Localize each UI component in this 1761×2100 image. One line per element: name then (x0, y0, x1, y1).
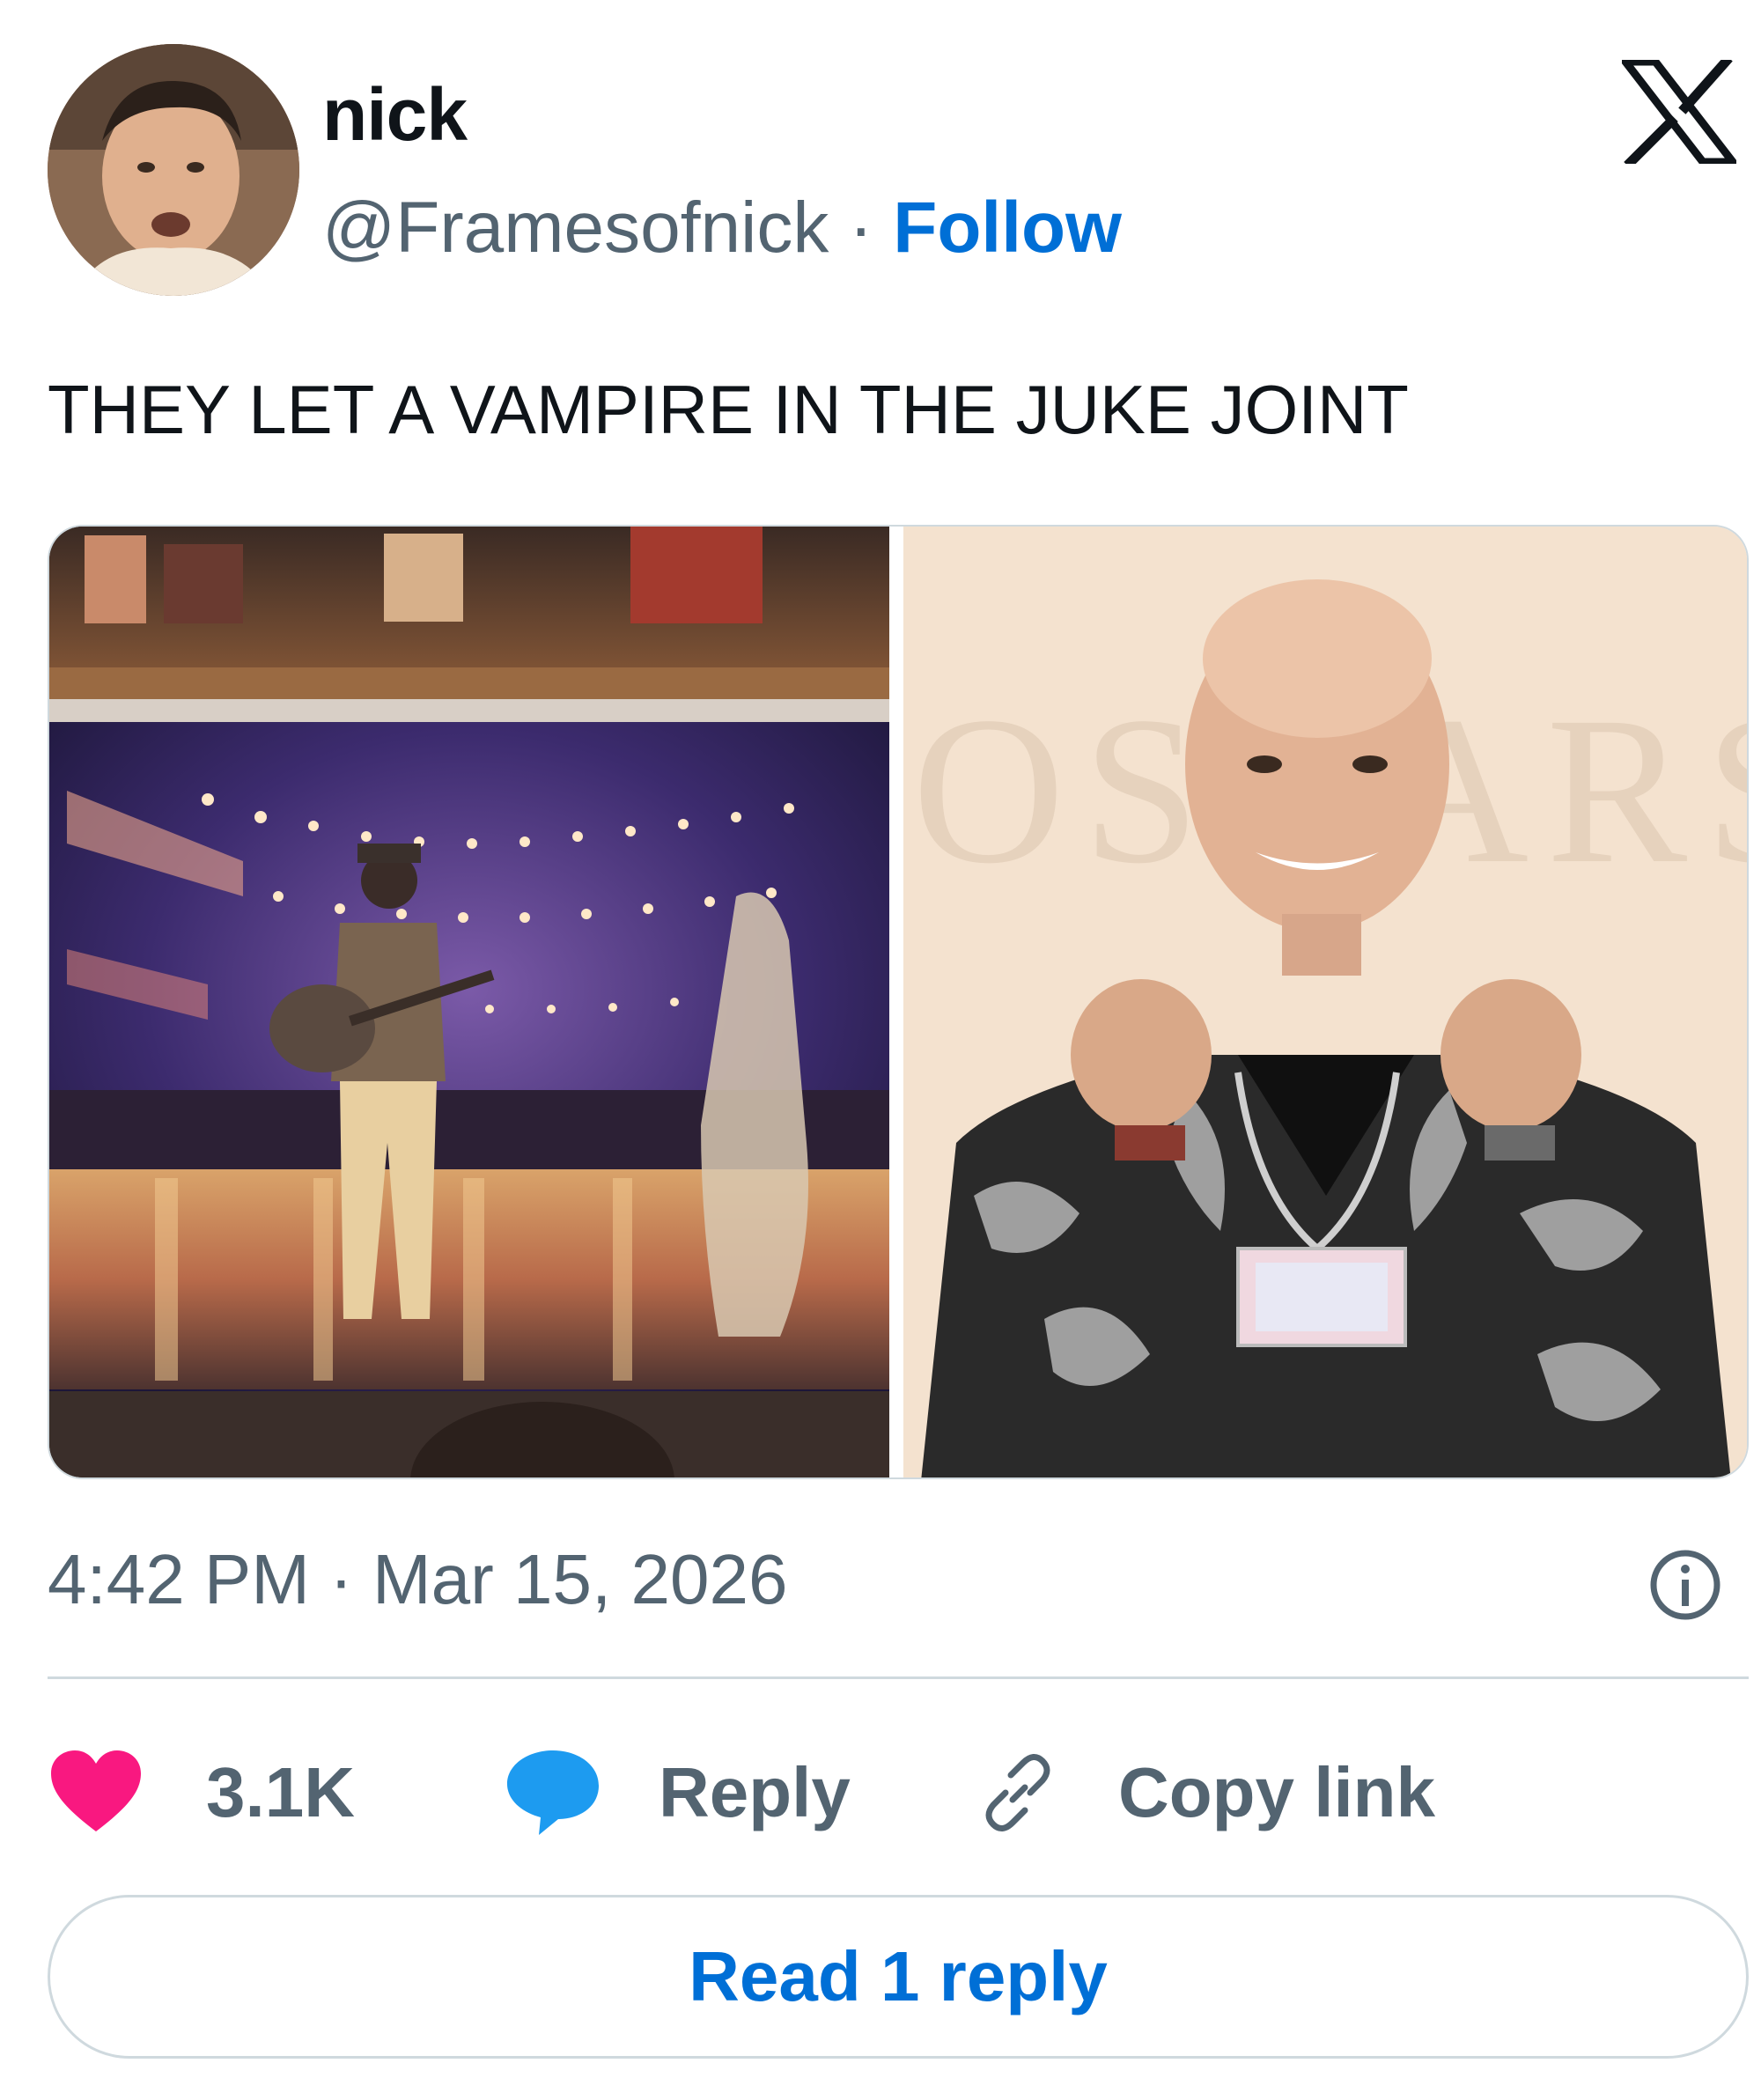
copy-link-label: Copy link (1118, 1753, 1436, 1831)
avatar-photo (48, 44, 299, 296)
reply-label: Reply (659, 1753, 851, 1831)
link-icon (985, 1754, 1050, 1831)
follow-link[interactable]: Follow (893, 188, 1122, 268)
author-handle[interactable]: @Framesofnick (322, 188, 829, 268)
handle-separator: · (829, 188, 894, 268)
media-grid: OSCARS (48, 525, 1749, 1479)
read-replies-button[interactable]: Read 1 reply (48, 1895, 1749, 2059)
speech-bubble-icon (507, 1750, 599, 1835)
media-photo-stage[interactable] (49, 527, 889, 1477)
info-icon[interactable] (1643, 1543, 1728, 1627)
like-count: 3.1K (206, 1753, 355, 1831)
timestamp-separator: · (309, 1540, 373, 1618)
tweet-timestamp[interactable]: 4:42 PM · Mar 15, 2026 (48, 1539, 787, 1620)
x-logo-icon[interactable] (1617, 55, 1742, 169)
heart-icon (51, 1750, 141, 1831)
tweet-date: Mar 15, 2026 (372, 1540, 788, 1618)
media-photo-red-carpet[interactable]: OSCARS (903, 527, 1747, 1477)
tweet-time: 4:42 PM (48, 1540, 310, 1618)
action-bar: 3.1K Reply Copy link (48, 1740, 1749, 1846)
copy-link-button[interactable]: Copy link (974, 1740, 1435, 1846)
tweet-card: nick @Framesofnick · Follow THEY LET A V… (0, 0, 1761, 2100)
read-replies-label: Read 1 reply (689, 1937, 1108, 2015)
handle-row: @Framesofnick · Follow (322, 187, 1122, 269)
author-avatar[interactable] (48, 44, 299, 296)
reply-button[interactable]: Reply (504, 1740, 851, 1846)
tweet-text: THEY LET A VAMPIRE IN THE JUKE JOINT (48, 371, 1409, 448)
divider (48, 1676, 1749, 1679)
display-name[interactable]: nick (322, 72, 468, 158)
like-button[interactable]: 3.1K (48, 1740, 355, 1846)
